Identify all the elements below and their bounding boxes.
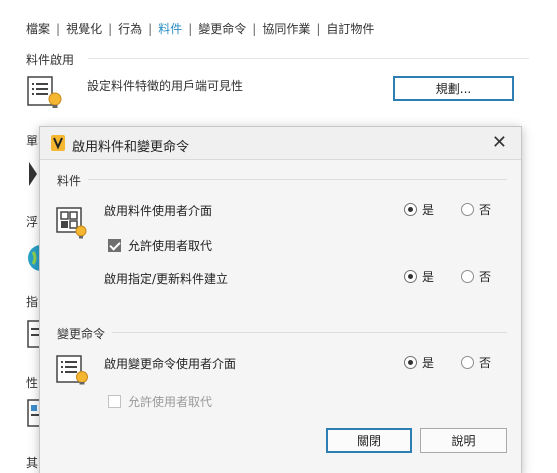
side-label: 性 (26, 376, 39, 390)
radio-dot (461, 356, 474, 369)
enable-change-ui-label: 啟用變更命令使用者介面 (104, 357, 237, 371)
radio-dot (404, 203, 417, 216)
items-group-label: 料件 (57, 174, 82, 188)
pen-icon (27, 160, 39, 190)
grid-settings-icon (56, 207, 87, 239)
tab-separator: | (108, 21, 113, 36)
radio-dot (404, 270, 417, 283)
change-group-label: 變更命令 (57, 327, 106, 341)
radio-label: 否 (479, 270, 492, 284)
dialog-titlebar[interactable]: 啟用料件和變更命令 ✕ (40, 127, 521, 160)
section-divider (88, 58, 529, 59)
tab-separator: | (56, 21, 61, 36)
tab-collaboration[interactable]: 協同作業 (262, 20, 310, 37)
checkbox-label: 允許使用者取代 (128, 395, 213, 409)
change-ui-yes-radio[interactable]: 是 (404, 354, 434, 371)
enable-items-ui-label: 啟用料件使用者介面 (104, 204, 213, 218)
tab-separator: | (188, 21, 193, 36)
tab-bar: 檔案 | 視覺化 | 行為 | 料件 | 變更命令 | 協同作業 | 自訂物件 (26, 20, 374, 37)
group-divider (112, 332, 507, 333)
radio-dot (461, 270, 474, 283)
globe-icon (28, 245, 39, 271)
change-allow-override-checkbox[interactable]: 允許使用者取代 (108, 393, 212, 410)
tab-file[interactable]: 檔案 (26, 20, 50, 37)
assign-update-yes-radio[interactable]: 是 (404, 268, 434, 285)
tab-behavior[interactable]: 行為 (118, 20, 142, 37)
side-label: 指 (26, 295, 39, 309)
side-label: 單 (26, 134, 39, 148)
tab-items[interactable]: 料件 (158, 20, 182, 37)
close-button[interactable]: 關閉 (326, 428, 412, 453)
items-ui-yes-radio[interactable]: 是 (404, 201, 434, 218)
app-logo-icon (51, 135, 65, 151)
section-title: 料件啟用 (26, 53, 75, 67)
tab-change-orders[interactable]: 變更命令 (198, 20, 246, 37)
checkbox-box (108, 395, 121, 408)
help-button[interactable]: 說明 (420, 428, 507, 453)
form-icon (27, 399, 39, 427)
tab-custom-objects[interactable]: 自訂物件 (326, 20, 374, 37)
side-label: 其 (26, 456, 39, 470)
radio-dot (404, 356, 417, 369)
row-description: 設定料件特徵的用戶端可見性 (87, 79, 244, 93)
items-ui-no-radio[interactable]: 否 (461, 201, 491, 218)
checkbox-box (108, 239, 121, 252)
radio-label: 是 (422, 203, 435, 217)
checkbox-label: 允許使用者取代 (128, 239, 213, 253)
tab-separator: | (252, 21, 257, 36)
close-icon[interactable]: ✕ (492, 133, 507, 153)
assign-update-no-radio[interactable]: 否 (461, 268, 491, 285)
items-allow-override-checkbox[interactable]: 允許使用者取代 (108, 237, 212, 254)
group-divider (88, 179, 507, 180)
side-label: 浮 (26, 215, 39, 229)
list-settings-icon (27, 76, 62, 108)
tab-separator: | (148, 21, 153, 36)
enable-items-dialog: 啟用料件和變更命令 ✕ 料件 啟用料件使用者介面 是 否 允許使用者取代 啟用指… (39, 126, 522, 473)
radio-label: 否 (479, 203, 492, 217)
dialog-title: 啟用料件和變更命令 (72, 140, 190, 155)
radio-label: 是 (422, 356, 435, 370)
tab-visualization[interactable]: 視覺化 (66, 20, 102, 37)
plan-button[interactable]: 規劃... (393, 76, 514, 101)
change-ui-no-radio[interactable]: 否 (461, 354, 491, 371)
tab-separator: | (316, 21, 321, 36)
radio-label: 否 (479, 356, 492, 370)
list-settings-icon (56, 355, 88, 385)
radio-dot (461, 203, 474, 216)
assign-update-label: 啟用指定/更新料件建立 (104, 272, 229, 286)
radio-label: 是 (422, 270, 435, 284)
document-icon (27, 320, 39, 348)
